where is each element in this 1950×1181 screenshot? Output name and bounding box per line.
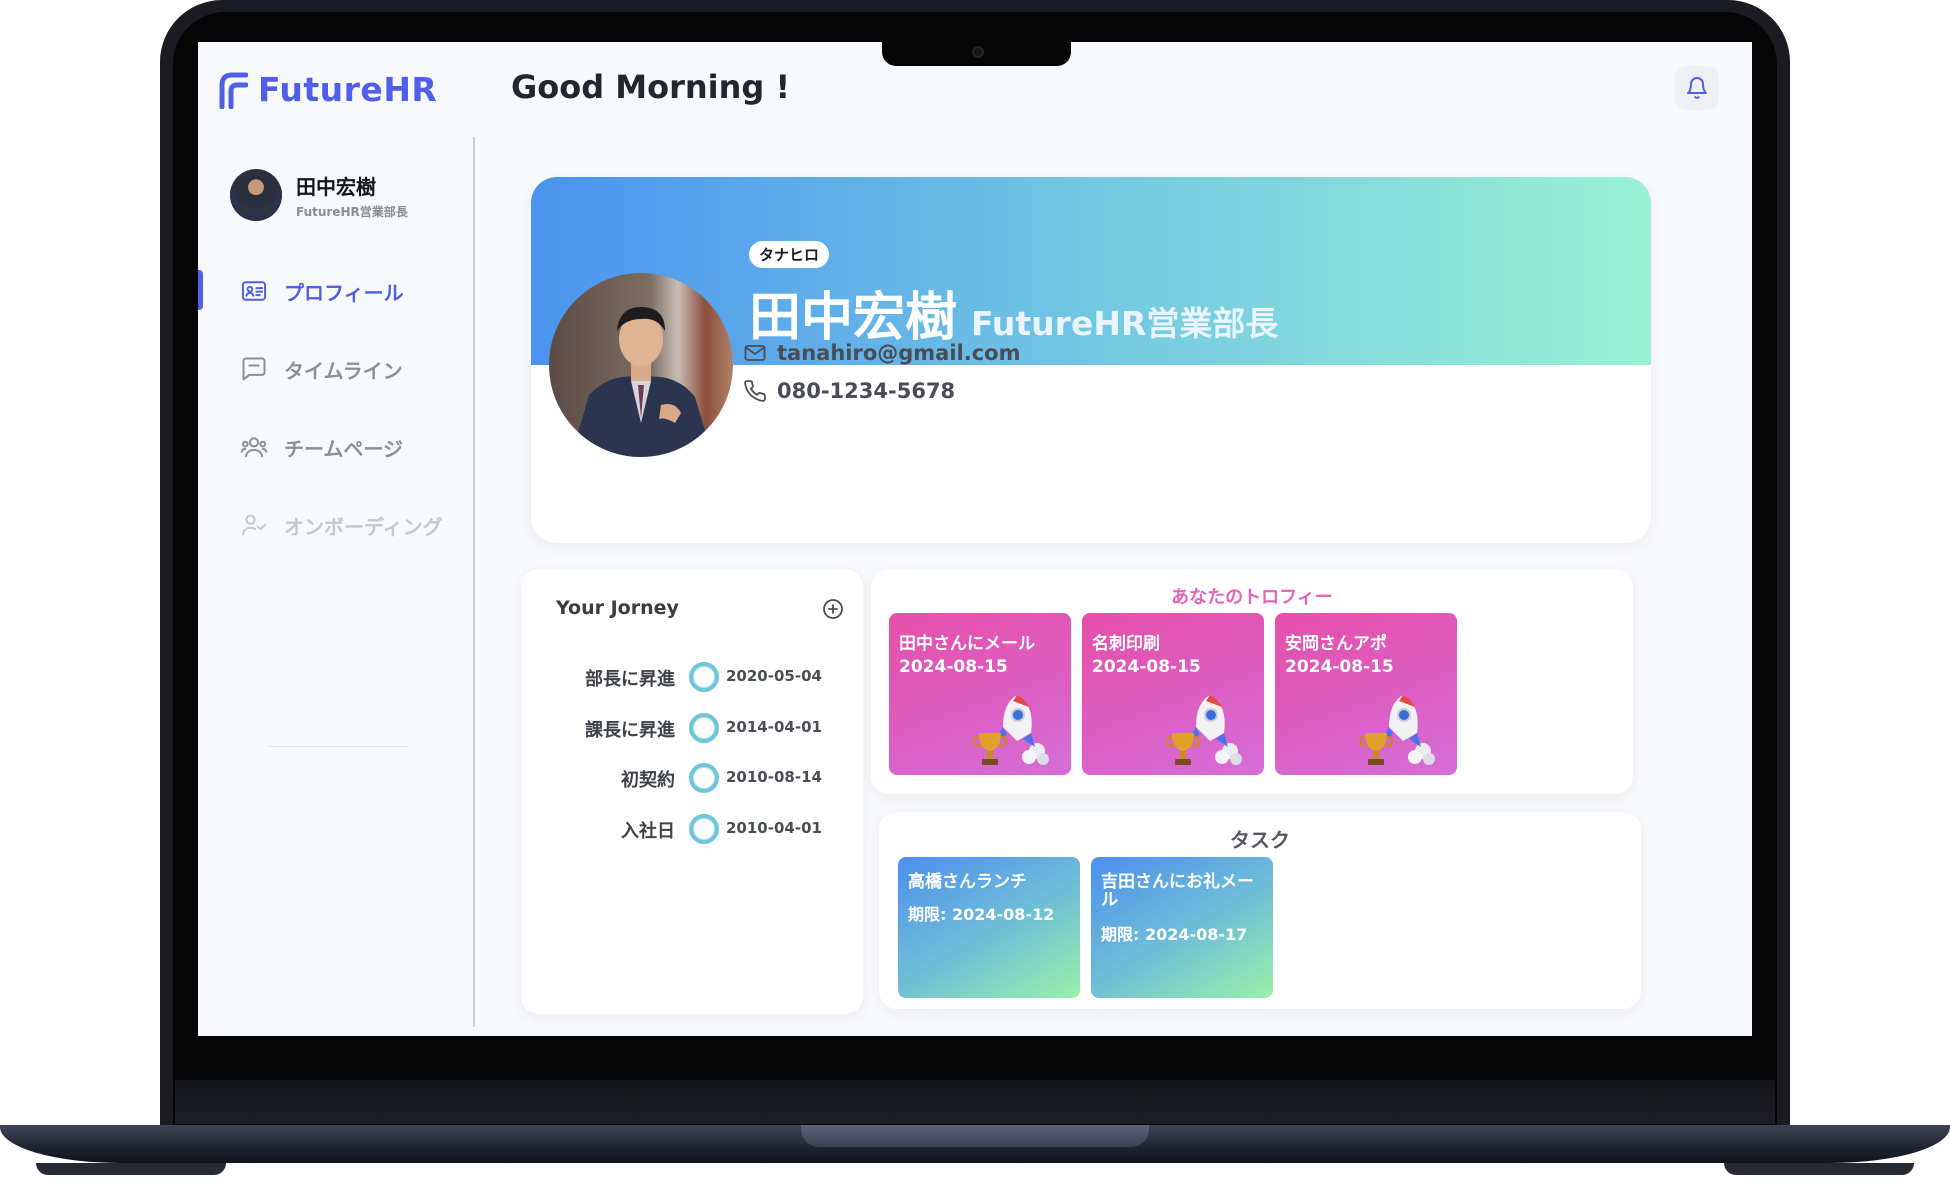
app-screen: FutureHR Good Morning ! 田中宏樹 FutureHR営業部… <box>198 42 1752 1036</box>
journey-date: 2020-05-04 <box>726 667 822 685</box>
journey-date: 2014-04-01 <box>726 718 822 736</box>
profile-heading: 田中宏樹 FutureHR営業部長 <box>749 275 1278 350</box>
avatar <box>230 169 282 221</box>
notifications-button[interactable] <box>1675 66 1719 110</box>
sidebar-item-label: チームページ <box>284 436 403 461</box>
phone-row: 080-1234-5678 <box>743 379 955 403</box>
task-title: 高橋さんランチ <box>908 872 1027 892</box>
timeline-dot-icon <box>689 814 719 844</box>
sidebar-item-profile[interactable]: プロフィール <box>198 252 468 330</box>
trophies-card: あなたのトロフィー 田中さんにメール 2024-08-15 名刺印刷 2024-… <box>871 569 1633 794</box>
sidebar-divider <box>473 137 475 1027</box>
task-due: 期限: 2024-08-17 <box>1101 925 1248 944</box>
active-indicator <box>198 270 203 310</box>
rocket-trophy-icon <box>1359 695 1435 765</box>
trophies-title: あなたのトロフィー <box>1171 587 1333 608</box>
trophy-card[interactable]: 名刺印刷 2024-08-15 <box>1082 613 1264 775</box>
bell-icon <box>1687 77 1707 99</box>
add-journey-button[interactable] <box>821 597 845 621</box>
camera-icon <box>972 46 984 58</box>
trophy-date: 2024-08-15 <box>1092 657 1201 677</box>
profile-photo <box>549 273 733 457</box>
journey-date: 2010-04-01 <box>726 819 822 837</box>
journey-event: 入社日 <box>621 821 675 842</box>
tasks-title: タスク <box>1230 828 1290 852</box>
mail-icon <box>744 345 766 361</box>
journey-event: 部長に昇進 <box>585 669 675 690</box>
profile-email: tanahiro@gmail.com <box>777 341 1021 365</box>
trophy-card[interactable]: 安岡さんアポ 2024-08-15 <box>1275 613 1457 775</box>
profile-card: タナヒロ 田中宏樹 FutureHR営業部長 tanahiro@gmail.co… <box>531 177 1651 543</box>
sidebar-item-team-page[interactable]: チームページ <box>198 408 468 486</box>
laptop-opening-notch <box>801 1125 1149 1147</box>
laptop-foot-right <box>1724 1163 1914 1175</box>
trophy-title: 名刺印刷 <box>1092 634 1160 654</box>
person-photo-icon <box>571 307 713 457</box>
sidebar-item-timeline[interactable]: タイムライン <box>198 330 468 408</box>
journey-item: 部長に昇進 2020-05-04 <box>521 660 863 694</box>
user-check-icon <box>241 514 267 536</box>
futurehr-logo-icon <box>219 72 248 109</box>
timeline-dot-icon <box>689 662 719 692</box>
timeline-dot-icon <box>689 713 719 743</box>
message-square-icon <box>242 357 266 381</box>
trophy-date: 2024-08-15 <box>899 657 1008 677</box>
sidebar-item-label: プロフィール <box>284 280 404 305</box>
greeting-title: Good Morning ! <box>511 68 791 106</box>
brand-name: FutureHR <box>258 70 438 109</box>
sidebar-item-onboarding[interactable]: オンボーディング <box>198 486 468 564</box>
laptop-chin <box>175 1080 1775 1124</box>
journey-date: 2010-08-14 <box>726 768 822 786</box>
laptop-foot-left <box>36 1163 226 1175</box>
sidebar-nav: プロフィール タイムライン チームページ オンボーディング <box>198 252 468 564</box>
journey-item: 初契約 2010-08-14 <box>521 761 863 795</box>
email-row: tanahiro@gmail.com <box>743 341 1020 365</box>
brand-logo[interactable]: FutureHR <box>218 70 437 109</box>
timeline-dot-icon <box>689 763 719 793</box>
id-card-icon <box>241 281 267 301</box>
tasks-card: タスク 高橋さんランチ 期限: 2024-08-12 吉田さんにお礼メール 期限… <box>879 812 1641 1009</box>
trophy-title: 安岡さんアポ <box>1285 634 1387 654</box>
rocket-trophy-icon <box>973 695 1049 765</box>
journey-item: 課長に昇進 2014-04-01 <box>521 711 863 745</box>
nickname-badge: タナヒロ <box>749 241 830 268</box>
journey-event: 初契約 <box>621 770 675 791</box>
trophy-date: 2024-08-15 <box>1285 657 1394 677</box>
phone-icon <box>744 380 766 402</box>
task-title: 吉田さんにお礼メール <box>1101 872 1254 910</box>
sidebar-separator <box>268 746 408 747</box>
sidebar-item-label: タイムライン <box>284 358 403 383</box>
journey-event: 課長に昇進 <box>585 720 675 741</box>
user-name: 田中宏樹 <box>296 174 376 199</box>
user-role: FutureHR営業部長 <box>296 204 408 219</box>
sidebar-item-label: オンボーディング <box>284 514 443 539</box>
camera-notch <box>882 40 1071 66</box>
task-due: 期限: 2024-08-12 <box>908 905 1055 924</box>
trophy-title: 田中さんにメール <box>899 634 1035 654</box>
task-card[interactable]: 高橋さんランチ 期限: 2024-08-12 <box>898 857 1080 998</box>
profile-role: FutureHR営業部長 <box>971 304 1279 343</box>
journey-card: Your Jorney 部長に昇進 2020-05-04 課長に昇進 2014-… <box>521 569 863 1014</box>
journey-item: 入社日 2010-04-01 <box>521 812 863 846</box>
journey-title: Your Jorney <box>556 597 679 619</box>
trophy-card[interactable]: 田中さんにメール 2024-08-15 <box>889 613 1071 775</box>
users-icon <box>240 437 268 458</box>
profile-name: 田中宏樹 <box>749 288 958 348</box>
rocket-trophy-icon <box>1166 695 1242 765</box>
sidebar-user[interactable]: 田中宏樹 FutureHR営業部長 <box>230 169 408 221</box>
task-card[interactable]: 吉田さんにお礼メール 期限: 2024-08-17 <box>1091 857 1273 998</box>
profile-phone: 080-1234-5678 <box>777 379 956 403</box>
